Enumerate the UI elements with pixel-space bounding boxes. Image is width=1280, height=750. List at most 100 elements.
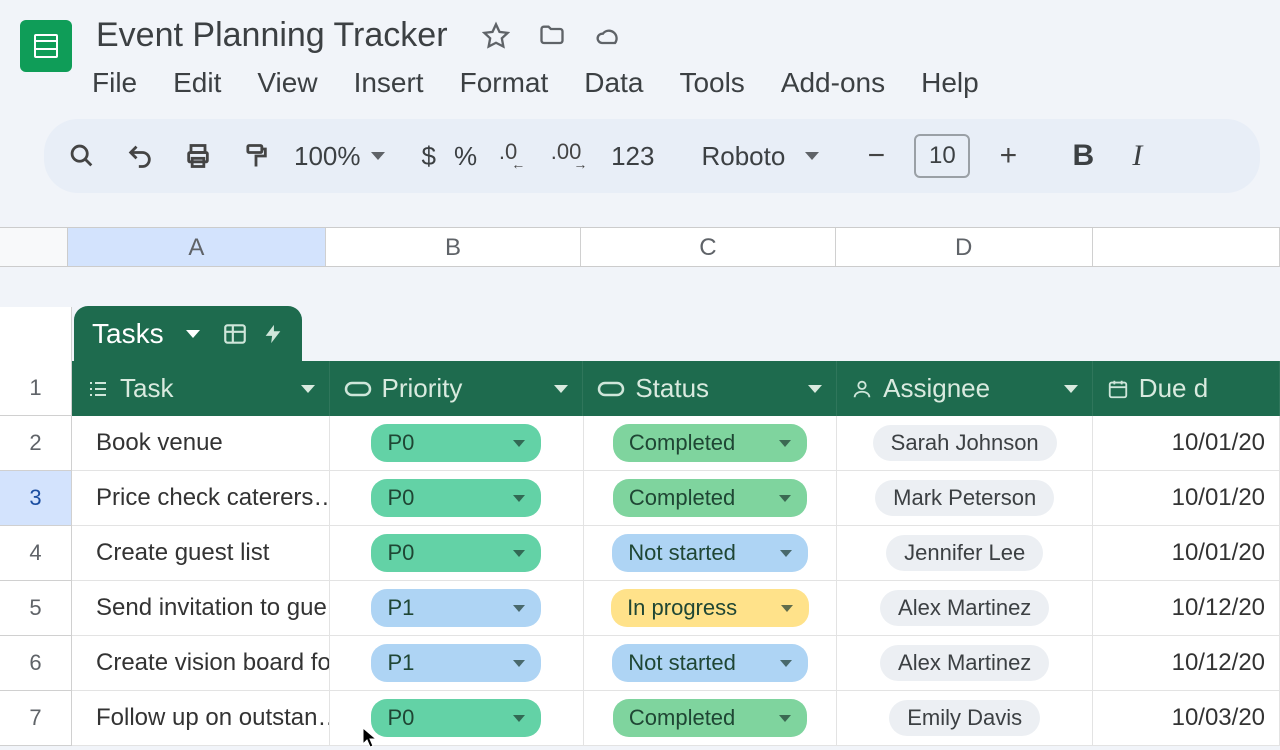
search-icon[interactable] [62,136,102,176]
priority-cell[interactable]: P1 [330,636,584,690]
chevron-down-icon [513,495,525,502]
due-date-cell[interactable]: 10/03/20 [1093,691,1280,745]
percent-format-button[interactable]: % [454,141,477,172]
priority-pill[interactable]: P1 [371,644,541,682]
status-pill[interactable]: In progress [611,589,809,627]
increase-font-size-button[interactable]: + [988,136,1028,176]
priority-pill[interactable]: P0 [371,479,541,517]
row-header[interactable]: 4 [0,526,72,581]
italic-button[interactable]: I [1119,139,1155,173]
assignee-cell[interactable]: Sarah Johnson [837,416,1093,470]
assignee-chip[interactable]: Alex Martinez [880,645,1049,681]
menu-help[interactable]: Help [921,67,979,99]
row-header[interactable]: 7 [0,691,72,746]
priority-cell[interactable]: P0 [330,416,584,470]
status-cell[interactable]: Not started [584,636,838,690]
table-header-task[interactable]: Task [72,361,330,416]
lightning-icon[interactable] [262,321,284,347]
table-name: Tasks [92,318,164,350]
due-date-cell[interactable]: 10/01/20 [1093,471,1280,525]
font-size-input[interactable]: 10 [914,134,970,178]
priority-pill[interactable]: P0 [371,699,541,737]
column-header-D[interactable]: D [836,228,1093,266]
table-header-status[interactable]: Status [583,361,837,416]
assignee-cell[interactable]: Alex Martinez [837,636,1093,690]
assignee-chip[interactable]: Jennifer Lee [886,535,1043,571]
assignee-chip[interactable]: Alex Martinez [880,590,1049,626]
bold-button[interactable]: B [1065,139,1101,173]
task-cell[interactable]: Send invitation to gue… [72,581,330,635]
menu-tools[interactable]: Tools [679,67,744,99]
font-select[interactable]: Roboto [691,141,819,172]
status-cell[interactable]: Completed [584,691,838,745]
column-header-B[interactable]: B [326,228,581,266]
priority-pill[interactable]: P0 [371,424,541,462]
star-icon[interactable] [482,22,510,50]
zoom-select[interactable]: 100% [294,141,385,172]
task-cell[interactable]: Book venue [72,416,330,470]
status-pill[interactable]: Completed [613,479,807,517]
task-cell[interactable]: Create guest list [72,526,330,580]
status-cell[interactable]: Completed [584,471,838,525]
row-header[interactable]: 5 [0,581,72,636]
assignee-cell[interactable]: Emily Davis [837,691,1093,745]
status-cell[interactable]: In progress [584,581,838,635]
menu-file[interactable]: File [92,67,137,99]
status-pill[interactable]: Not started [612,644,808,682]
column-header-C[interactable]: C [581,228,836,266]
row-header[interactable]: 2 [0,416,72,471]
status-pill[interactable]: Completed [613,424,807,462]
currency-format-button[interactable]: $ [422,141,436,172]
due-date-cell[interactable]: 10/12/20 [1093,636,1280,690]
task-cell[interactable]: Follow up on outstan… [72,691,330,745]
column-header-E[interactable] [1093,228,1280,266]
menu-addons[interactable]: Add-ons [781,67,885,99]
table-header-assignee[interactable]: Assignee [837,361,1093,416]
assignee-cell[interactable]: Jennifer Lee [837,526,1093,580]
priority-cell[interactable]: P1 [330,581,584,635]
row-header[interactable]: 3 [0,471,72,526]
paint-format-icon[interactable] [236,136,276,176]
table-view-icon[interactable] [222,321,248,347]
decrease-font-size-button[interactable]: − [856,136,896,176]
task-cell[interactable]: Create vision board fo… [72,636,330,690]
menu-view[interactable]: View [257,67,317,99]
app-header: Event Planning Tracker File Edit View In… [0,0,1280,109]
assignee-chip[interactable]: Emily Davis [889,700,1040,736]
menu-insert[interactable]: Insert [354,67,424,99]
column-header-A[interactable]: A [68,228,327,266]
priority-cell[interactable]: P0 [330,471,584,525]
table-header-due[interactable]: Due d [1093,361,1280,416]
priority-pill[interactable]: P1 [371,589,541,627]
assignee-cell[interactable]: Alex Martinez [837,581,1093,635]
row-header[interactable]: 1 [0,361,72,416]
status-cell[interactable]: Not started [584,526,838,580]
document-title[interactable]: Event Planning Tracker [90,12,454,59]
assignee-chip[interactable]: Sarah Johnson [873,425,1057,461]
menu-format[interactable]: Format [460,67,549,99]
decrease-decimal-button[interactable]: .0← [495,136,535,176]
cloud-status-icon[interactable] [594,22,622,50]
due-date-cell[interactable]: 10/01/20 [1093,526,1280,580]
status-pill[interactable]: Not started [612,534,808,572]
assignee-chip[interactable]: Mark Peterson [875,480,1054,516]
row-header[interactable]: 6 [0,636,72,691]
menu-data[interactable]: Data [584,67,643,99]
priority-cell[interactable]: P0 [330,526,584,580]
status-cell[interactable]: Completed [584,416,838,470]
increase-decimal-button[interactable]: .00→ [553,136,593,176]
assignee-cell[interactable]: Mark Peterson [837,471,1093,525]
table-header-priority[interactable]: Priority [330,361,584,416]
print-icon[interactable] [178,136,218,176]
move-folder-icon[interactable] [538,22,566,50]
task-cell[interactable]: Price check caterers… [72,471,330,525]
table-name-tab[interactable]: Tasks [74,306,302,361]
due-date-cell[interactable]: 10/01/20 [1093,416,1280,470]
priority-pill[interactable]: P0 [371,534,541,572]
undo-icon[interactable] [120,136,160,176]
status-pill[interactable]: Completed [613,699,807,737]
menu-edit[interactable]: Edit [173,67,221,99]
select-all-corner[interactable] [0,228,68,266]
due-date-cell[interactable]: 10/12/20 [1093,581,1280,635]
number-format-button[interactable]: 123 [611,141,654,172]
